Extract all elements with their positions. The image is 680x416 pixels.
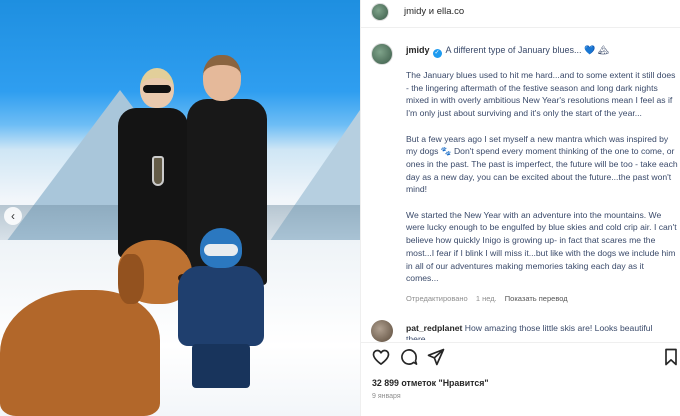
caption-body: The January blues used to hit me hard...…	[406, 69, 678, 298]
caption-paragraph: The January blues used to hit me hard...…	[406, 70, 676, 119]
post-panel: jmidy и ella.co jmidy ✓ A different type …	[360, 0, 680, 416]
likes-label: отметок "Нравится"	[401, 378, 489, 388]
post-header: jmidy и ella.co	[361, 0, 680, 24]
caption-meta: Отредактировано 1 нед. Показать перевод	[406, 294, 574, 303]
comment: pat_redplanet How amazing those little s…	[406, 323, 656, 340]
comment-username[interactable]: pat_redplanet	[406, 323, 462, 333]
heart-icon[interactable]	[371, 347, 391, 367]
share-icon[interactable]	[426, 347, 446, 367]
dog-figure	[0, 240, 200, 416]
post-photo[interactable]: ‹	[0, 0, 360, 416]
wine-glass	[152, 156, 164, 186]
divider	[361, 342, 680, 343]
translate-link[interactable]: Показать перевод	[505, 294, 568, 303]
caption-paragraph: We started the New Year with an adventur…	[406, 209, 677, 284]
child-figure	[178, 228, 264, 388]
bookmark-icon[interactable]	[661, 347, 680, 367]
edited-label: Отредактировано	[406, 294, 468, 303]
caption-paragraph: But a few years ago I set myself a new m…	[406, 133, 678, 195]
caption-username[interactable]: jmidy	[406, 45, 430, 55]
divider	[361, 27, 680, 28]
comment-avatar[interactable]	[371, 320, 393, 342]
avatar[interactable]	[371, 3, 389, 21]
verified-badge-icon: ✓	[432, 49, 442, 58]
comment-icon[interactable]	[399, 347, 419, 367]
caption-avatar[interactable]	[371, 43, 393, 65]
post-age[interactable]: 1 нед.	[476, 294, 497, 303]
header-title[interactable]: jmidy и ella.co	[404, 6, 464, 17]
action-bar	[361, 347, 680, 367]
likes-count[interactable]: 32 899 отметок "Нравится"	[372, 378, 489, 388]
caption-heading: jmidy ✓ A different type of January blues…	[406, 45, 609, 58]
likes-number: 32 899	[372, 378, 399, 388]
chevron-left-icon[interactable]: ‹	[4, 207, 22, 225]
post-date: 9 января	[372, 393, 401, 400]
caption-first-line: A different type of January blues... 💙 🏔	[445, 45, 610, 55]
